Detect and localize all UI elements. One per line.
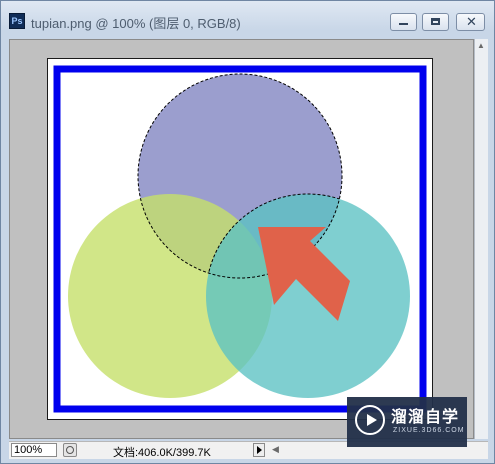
title-bar[interactable]: Ps tupian.png @ 100% (图层 0, RGB/8) ✕	[1, 1, 494, 39]
zoom-level-field[interactable]: 100%	[11, 443, 57, 457]
close-icon: ✕	[466, 14, 477, 29]
minimize-icon	[399, 23, 408, 25]
watermark-title: 溜溜自学	[391, 409, 460, 426]
teal-circle	[206, 194, 410, 398]
scroll-up-icon[interactable]: ▲	[477, 41, 485, 51]
minimize-button[interactable]	[390, 13, 417, 31]
document-size-info: 文档:406.0K/399.7K	[113, 447, 211, 459]
watermark-badge: 溜溜自学 ZIXUE.3D66.COM	[347, 397, 467, 447]
photoshop-app-icon: Ps	[9, 13, 25, 29]
close-button[interactable]: ✕	[456, 13, 485, 31]
document-pasteboard	[9, 39, 474, 439]
status-menu-arrow-icon[interactable]	[253, 443, 265, 457]
maximize-button[interactable]	[422, 13, 449, 31]
canvas-artwork	[53, 65, 427, 413]
vertical-scrollbar[interactable]: ▲	[474, 39, 488, 439]
photoshop-document-window: Ps tupian.png @ 100% (图层 0, RGB/8) ✕ ▲ 1…	[0, 0, 495, 464]
image-canvas[interactable]	[47, 58, 433, 420]
scroll-left-icon[interactable]: ◀	[272, 444, 279, 455]
watermark-subtitle: ZIXUE.3D66.COM	[393, 427, 465, 434]
play-logo-icon	[355, 405, 385, 435]
status-info-icon[interactable]	[63, 443, 77, 457]
maximize-icon	[431, 18, 440, 25]
document-title: tupian.png @ 100% (图层 0, RGB/8)	[31, 16, 241, 31]
